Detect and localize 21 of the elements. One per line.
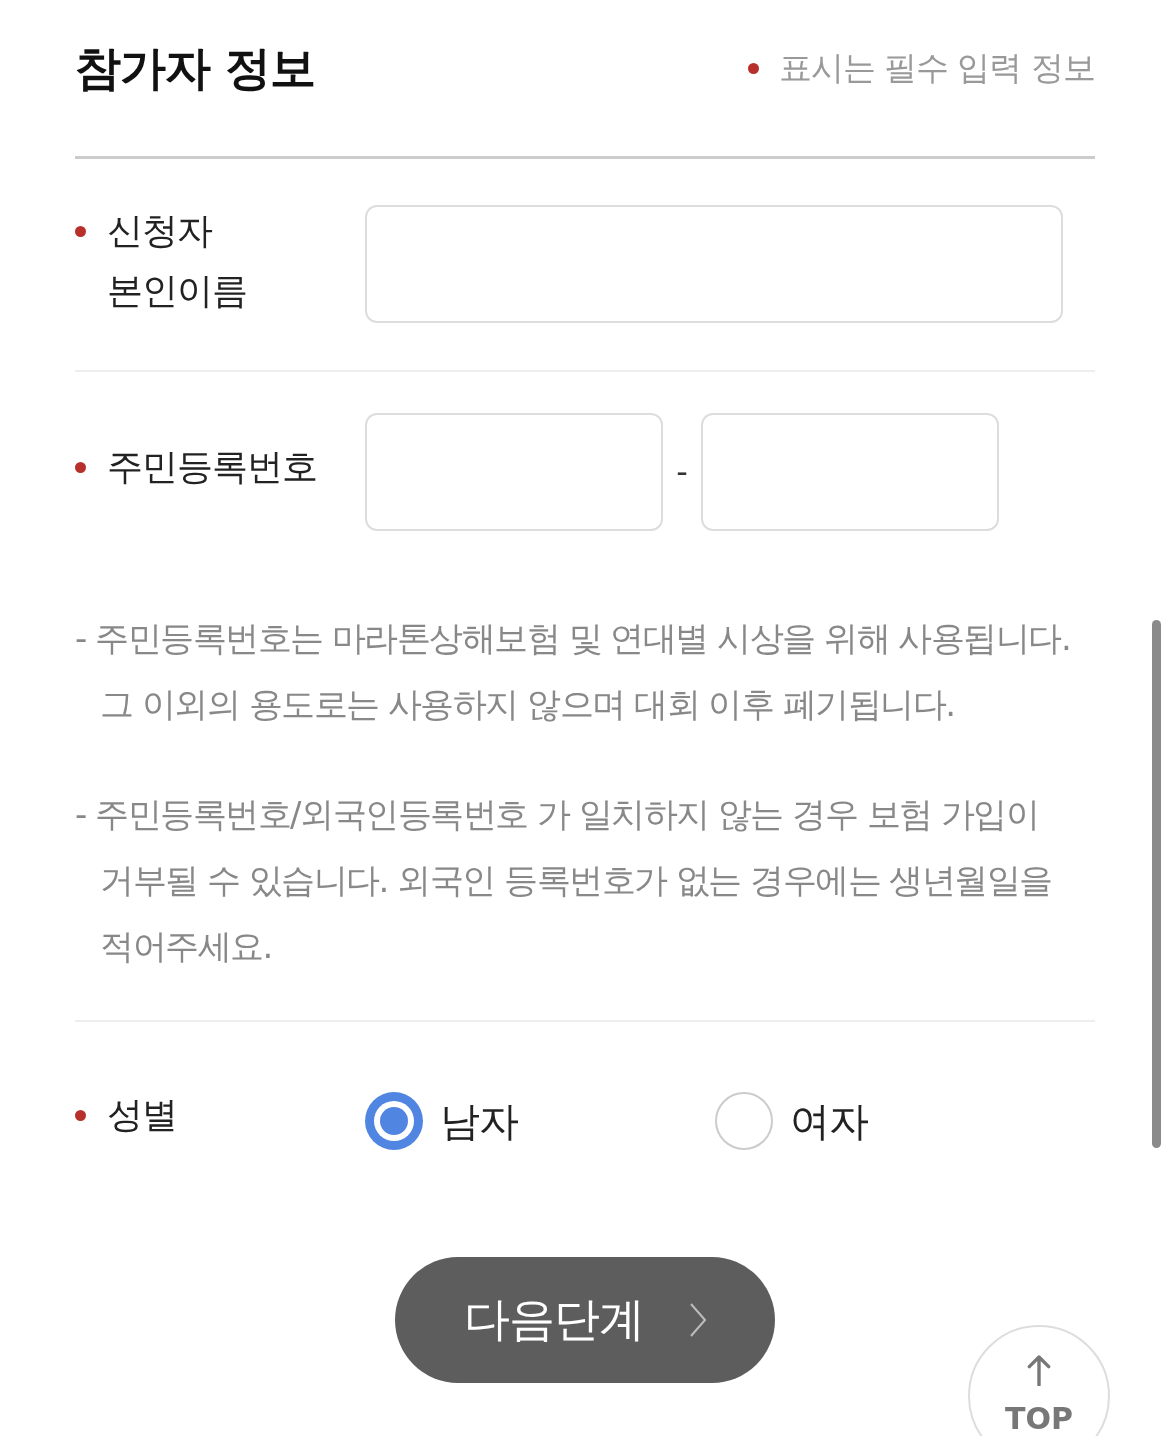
- info-note: - 주민등록번호/외국인등록번호 가 일치하지 않는 경우 보험 가입이 거부될 수 있습니다. 외국인 등록번호가 없는 경우에는 생년월일을 적어주세요.: [75, 793, 1053, 968]
- section-title: 참가자 정보: [75, 40, 315, 96]
- required-legend: 표시는 필수 입력 정보: [778, 40, 1095, 96]
- radio-label: 여자: [790, 1097, 868, 1146]
- dot-icon: [747, 62, 759, 74]
- radio-button[interactable]: [365, 1092, 423, 1150]
- field-label: 성별: [107, 1093, 178, 1137]
- input-field[interactable]: [701, 413, 999, 531]
- arrow-up-icon: [1027, 1355, 1051, 1386]
- radio-button[interactable]: [715, 1092, 773, 1150]
- chevron-right-icon: [690, 1303, 706, 1337]
- field-label: 주민등록번호: [107, 445, 318, 489]
- radio-label: 남자: [440, 1097, 518, 1146]
- scroll-top-button[interactable]: TOP: [968, 1325, 1110, 1436]
- input-field[interactable]: [365, 413, 663, 531]
- separator-dash: -: [675, 452, 689, 492]
- field-label: 신청자 본인이름: [107, 209, 248, 313]
- next-step-button[interactable]: 다음단계: [395, 1257, 775, 1383]
- input-field[interactable]: [365, 205, 1063, 323]
- scrollbar-thumb[interactable]: [1152, 620, 1161, 1148]
- info-note: - 주민등록번호는 마라톤상해보험 및 연대별 시상을 위해 사용됩니다. 그 이외의 용도로는 사용하지 않으며 대회 이후 폐기됩니다.: [75, 617, 1072, 726]
